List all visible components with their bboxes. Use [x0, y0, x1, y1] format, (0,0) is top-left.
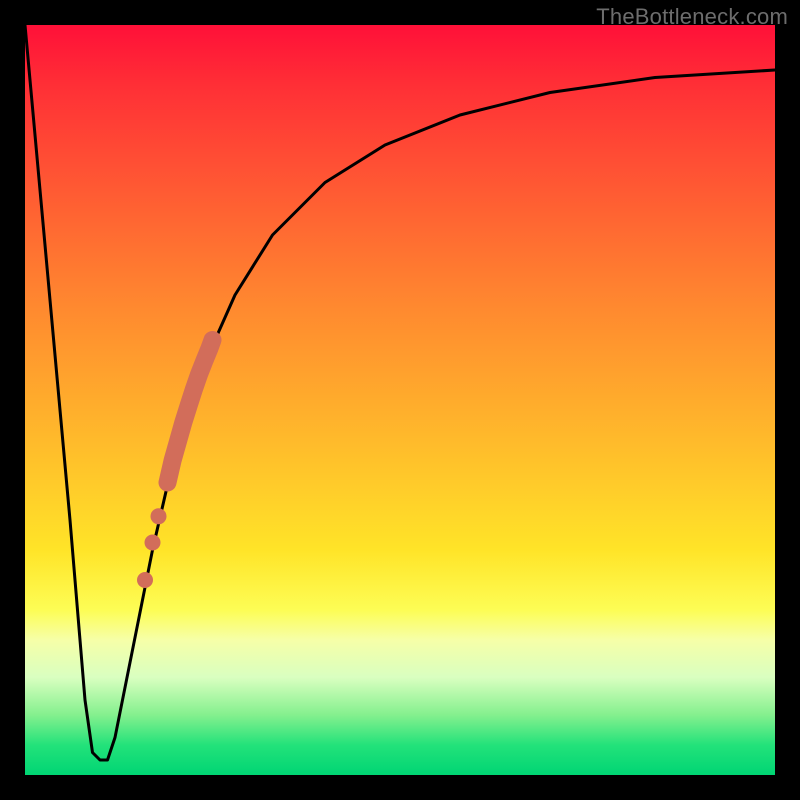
highlight-segment-path [168, 340, 213, 483]
chart-frame: TheBottleneck.com [0, 0, 800, 800]
highlight-dot [151, 508, 167, 524]
highlight-segment [168, 340, 213, 483]
highlight-dots [137, 508, 167, 588]
plot-area [25, 25, 775, 775]
curve-svg [25, 25, 775, 775]
bottleneck-curve-path [25, 25, 775, 760]
highlight-dot [137, 572, 153, 588]
highlight-dot [145, 535, 161, 551]
